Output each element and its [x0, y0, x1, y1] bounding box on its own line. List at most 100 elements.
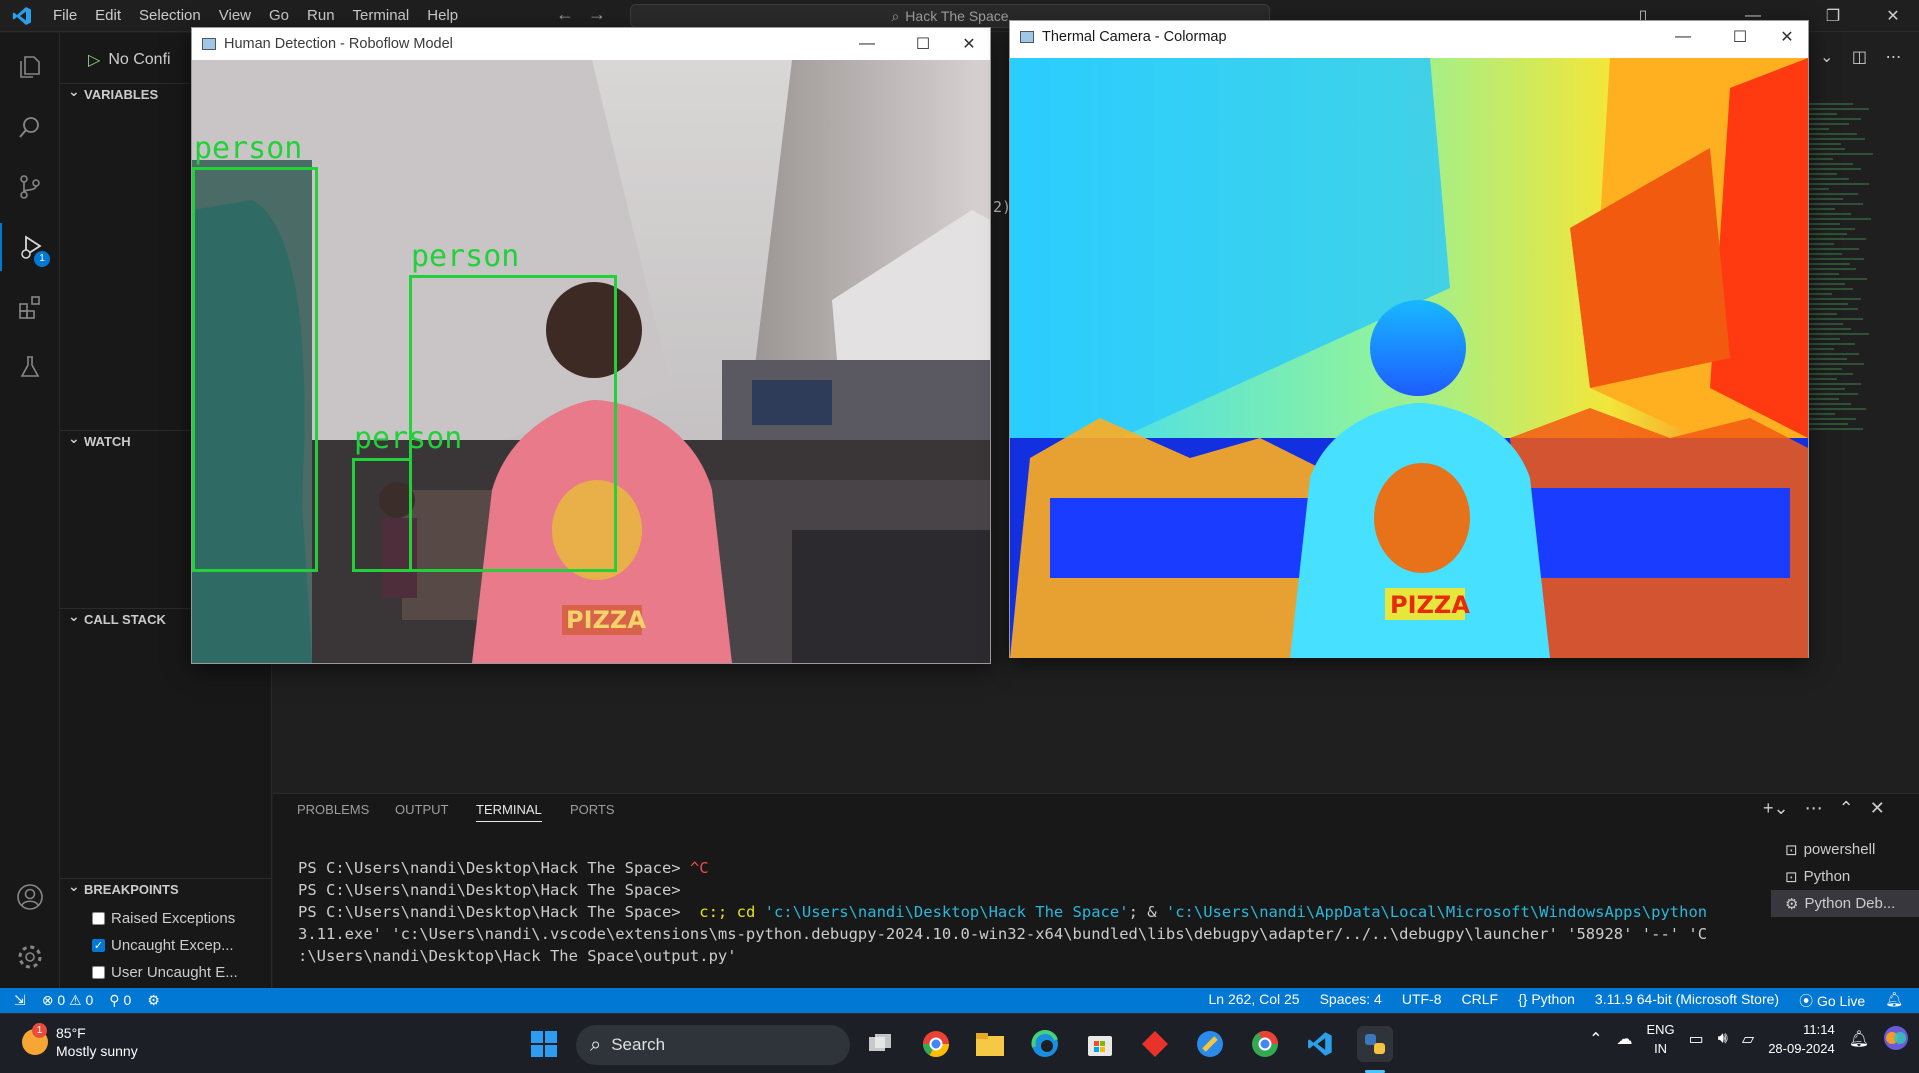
maximize-icon[interactable]: ☐ [1717, 21, 1763, 53]
source-control-icon[interactable] [0, 163, 60, 211]
detection-window[interactable]: Human Detection - Roboflow Model — ☐ ✕ P… [191, 27, 991, 664]
menu-edit[interactable]: Edit [86, 0, 130, 32]
minimize-icon[interactable]: — [844, 28, 890, 60]
detection-label: person [194, 131, 303, 166]
microsoft-store-icon[interactable] [1082, 1026, 1118, 1062]
tab-output[interactable]: OUTPUT [395, 802, 448, 817]
breakpoint-uncaught-exceptions[interactable]: ✓ Uncaught Excep... [92, 937, 234, 954]
extensions-icon[interactable] [0, 283, 60, 331]
more-actions-icon[interactable]: ⋯ [1885, 49, 1901, 66]
start-debugging-icon[interactable]: ▷ [88, 50, 100, 70]
notifications-bell-icon[interactable]: 🔔︎ [1885, 991, 1903, 1011]
account-icon[interactable] [0, 873, 60, 921]
breakpoint-label: Raised Exceptions [111, 910, 236, 927]
terminal-icon: ⊡ [1785, 868, 1798, 886]
minimize-icon[interactable]: — [1660, 21, 1706, 53]
file-explorer-icon[interactable] [972, 1026, 1008, 1062]
terminal-item-powershell[interactable]: ⊡ powershell [1771, 836, 1919, 863]
language-mode[interactable]: {} Python [1518, 991, 1575, 1011]
svg-text:PIZZA: PIZZA [566, 606, 646, 634]
git-app-icon[interactable] [1137, 1026, 1173, 1062]
python-interpreter[interactable]: 3.11.9 64-bit (Microsoft Store) [1595, 991, 1779, 1011]
terminal-line: :\Users\nandi\Desktop\Hack The Space\out… [298, 947, 737, 965]
close-icon[interactable]: ✕ [1764, 21, 1810, 53]
nav-arrows: ←→ [556, 4, 620, 25]
more-actions-icon[interactable]: ⋯ [1805, 798, 1823, 819]
edge-icon[interactable] [1027, 1026, 1063, 1062]
close-icon[interactable]: ✕ [946, 28, 992, 60]
thermal-window-title: Thermal Camera - Colormap [1042, 29, 1227, 45]
line-ending[interactable]: CRLF [1462, 991, 1499, 1011]
tab-problems[interactable]: PROBLEMS [297, 802, 369, 817]
start-windows-icon[interactable] [526, 1026, 562, 1062]
show-hidden-icons-icon[interactable]: ⌃ [1589, 1029, 1602, 1049]
chrome-profile-icon[interactable] [1247, 1026, 1283, 1062]
network-icon[interactable]: ▭ [1689, 1029, 1704, 1049]
terminal-item-python[interactable]: ⊡ Python [1771, 863, 1919, 890]
chrome-icon[interactable] [918, 1026, 954, 1062]
language-indicator[interactable]: ENG IN [1646, 1020, 1674, 1058]
breakpoint-raised-exceptions[interactable]: Raised Exceptions [92, 910, 235, 927]
new-terminal-icon[interactable]: +⌄ [1763, 798, 1789, 819]
close-panel-icon[interactable]: ✕ [1870, 798, 1885, 819]
taskbar-search[interactable]: ⌕ Search [576, 1025, 850, 1065]
python-app-icon[interactable] [1192, 1026, 1228, 1062]
volume-icon[interactable]: 🔊︎ [1718, 1030, 1728, 1048]
detection-label: person [354, 421, 463, 456]
checkbox[interactable] [92, 966, 105, 979]
tab-terminal[interactable]: TERMINAL [476, 802, 542, 822]
copilot-icon[interactable] [1883, 1025, 1909, 1054]
breakpoints-section-header[interactable]: BREAKPOINTS [60, 875, 272, 900]
debug-status-icon[interactable]: ⚙ [147, 992, 160, 1009]
thermal-feed-image: PIZZA [1010, 58, 1808, 658]
notification-bell-icon[interactable]: 🔔︎ [1849, 1029, 1869, 1049]
encoding[interactable]: UTF-8 [1402, 991, 1442, 1011]
cursor-position[interactable]: Ln 262, Col 25 [1209, 991, 1300, 1011]
weather-desc: Mostly sunny [56, 1043, 138, 1059]
thermal-titlebar[interactable]: Thermal Camera - Colormap — ☐ ✕ [1010, 21, 1808, 53]
onedrive-icon[interactable]: ☁ [1616, 1029, 1632, 1049]
go-live[interactable]: ⦿ Go Live [1799, 991, 1865, 1011]
weather-widget[interactable]: 1 85°F Mostly sunny [22, 1023, 138, 1060]
app-icon [202, 38, 216, 50]
minimap[interactable] [1805, 100, 1885, 630]
remote-icon[interactable]: ⇲ [14, 992, 26, 1009]
explorer-icon[interactable] [0, 43, 60, 91]
checkbox-checked[interactable]: ✓ [92, 939, 105, 952]
run-debug-icon[interactable]: 1 [0, 223, 60, 271]
maximize-icon[interactable]: ☐ [900, 28, 946, 60]
chevron-down-icon[interactable]: ⌄ [1820, 49, 1833, 66]
vscode-taskbar-icon[interactable] [1302, 1026, 1338, 1062]
thermal-window[interactable]: Thermal Camera - Colormap — ☐ ✕ PIZZA [1009, 20, 1809, 658]
breakpoint-user-uncaught[interactable]: User Uncaught E... [92, 964, 238, 981]
python-running-icon[interactable] [1357, 1026, 1393, 1062]
indentation[interactable]: Spaces: 4 [1320, 991, 1382, 1011]
maximize-panel-icon[interactable]: ⌃ [1839, 798, 1854, 819]
testing-flask-icon[interactable] [0, 343, 60, 391]
settings-gear-icon[interactable] [0, 933, 60, 981]
search-icon[interactable] [0, 103, 60, 151]
clock[interactable]: 11:14 28-09-2024 [1768, 1020, 1835, 1058]
search-icon: ⌕ [590, 1033, 602, 1056]
detection-titlebar[interactable]: Human Detection - Roboflow Model — ☐ ✕ [192, 28, 990, 60]
terminal-line: PS C:\Users\nandi\Desktop\Hack The Space… [298, 903, 1708, 921]
checkbox[interactable] [92, 912, 105, 925]
task-view-icon[interactable] [862, 1026, 898, 1062]
system-tray: ⌃ ☁ ENG IN ▭ 🔊︎ ▱ 11:14 28-09-2024 🔔︎ [1589, 1020, 1909, 1058]
terminal-item-python-debug[interactable]: ⚙ Python Deb... [1771, 890, 1919, 917]
terminal-line: PS C:\Users\nandi\Desktop\Hack The Space… [298, 859, 709, 877]
close-icon[interactable]: ✕ [1870, 0, 1916, 32]
terminal-icon: ⊡ [1785, 841, 1798, 859]
split-editor-icon[interactable]: ◫ [1852, 49, 1867, 66]
restore-icon[interactable]: ❐ [1810, 0, 1856, 32]
ports-status[interactable]: ⚲ 0 [109, 992, 131, 1009]
terminal-list: ⊡ powershell ⊡ Python ⚙ Python Deb... [1771, 836, 1919, 917]
taskbar-search-label: Search [611, 1035, 666, 1054]
problems-status[interactable]: ⊗ 0 ⚠ 0 [42, 992, 94, 1009]
camera-feed: PIZZA person person person [192, 60, 990, 663]
forward-arrow-icon[interactable]: → [588, 4, 620, 24]
back-arrow-icon[interactable]: ← [556, 4, 588, 24]
battery-icon[interactable]: ▱ [1742, 1029, 1754, 1049]
tab-ports[interactable]: PORTS [570, 802, 615, 817]
menu-file[interactable]: File [44, 0, 86, 32]
